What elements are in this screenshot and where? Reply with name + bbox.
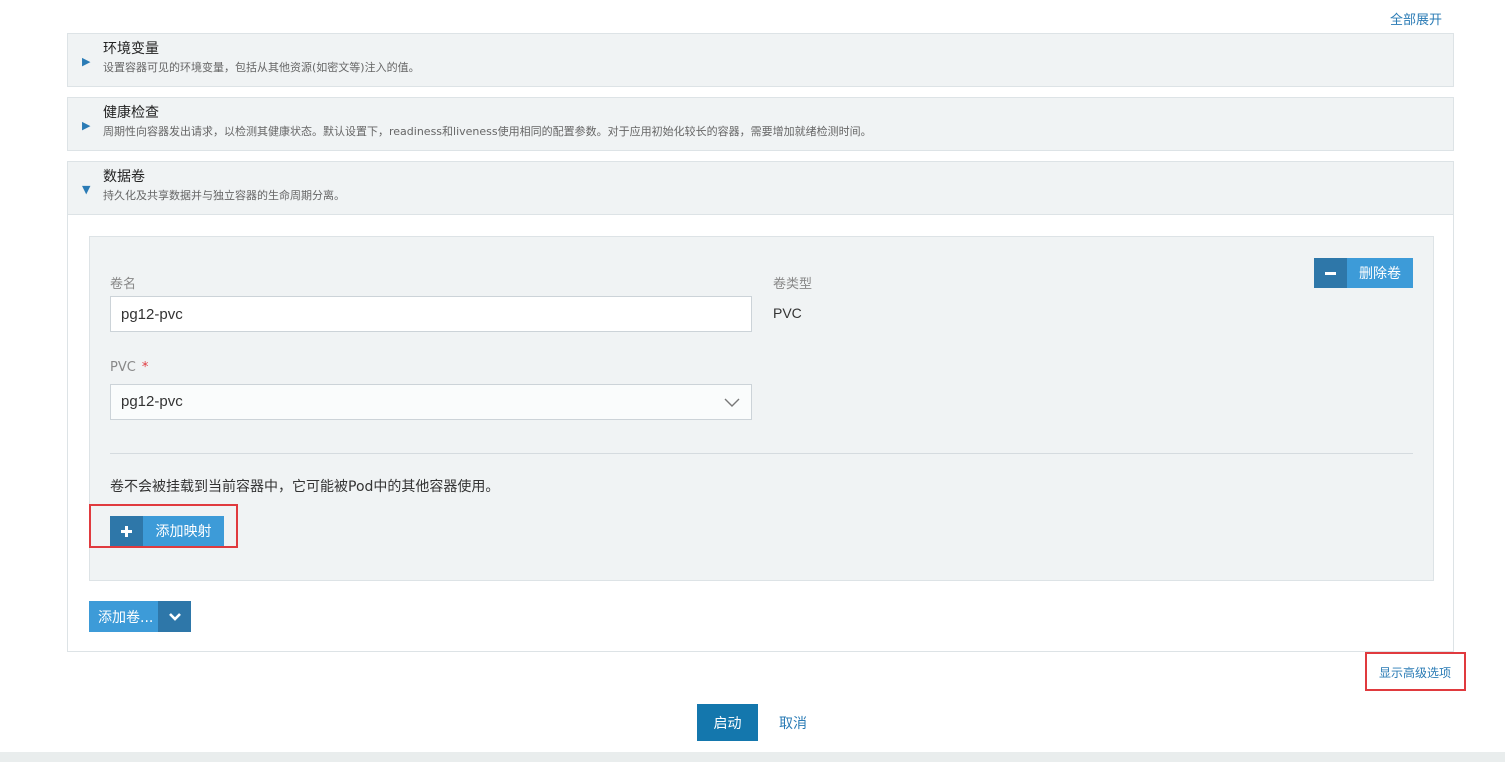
delete-volume-button[interactable]: 删除卷 — [1314, 258, 1413, 288]
pvc-label-text: PVC — [110, 360, 136, 375]
add-volume-label: 添加卷... — [98, 609, 154, 626]
pvc-select[interactable]: pg12-pvc — [110, 384, 752, 420]
minus-icon — [1314, 258, 1347, 288]
start-button[interactable]: 启动 — [697, 704, 758, 741]
triangle-right-icon: ▶ — [82, 55, 91, 68]
section-volumes-header[interactable]: ▼ 数据卷 持久化及共享数据并与独立容器的生命周期分离。 — [68, 162, 1453, 215]
volume-card: 卷名 卷类型 PVC 删除卷 PVC * pg12-pvc 卷不会被挂载到当前容器… — [89, 236, 1434, 581]
footer-bar — [0, 752, 1505, 762]
section-title: 数据卷 — [103, 169, 145, 185]
volume-type-label: 卷类型 — [773, 277, 813, 292]
volume-name-label: 卷名 — [110, 277, 137, 292]
delete-volume-label: 删除卷 — [1359, 266, 1401, 282]
pvc-label: PVC * — [110, 360, 148, 375]
show-advanced-options-link[interactable]: 显示高级选项 — [1379, 664, 1451, 681]
section-volumes: ▼ 数据卷 持久化及共享数据并与独立容器的生命周期分离。 卷名 卷类型 PVC … — [67, 161, 1454, 652]
section-health-header[interactable]: ▶ 健康检查 周期性向容器发出请求，以检测其健康状态。默认设置下，readine… — [68, 98, 1453, 140]
section-title: 健康检查 — [103, 105, 159, 121]
section-title: 环境变量 — [103, 41, 159, 57]
chevron-down-icon — [724, 398, 740, 407]
section-env-header[interactable]: ▶ 环境变量 设置容器可见的环境变量，包括从其他资源(如密文等)注入的值。 — [68, 34, 1453, 76]
section-desc: 设置容器可见的环境变量，包括从其他资源(如密文等)注入的值。 — [103, 61, 420, 74]
pvc-select-value: pg12-pvc — [121, 393, 183, 410]
volume-name-input[interactable] — [110, 296, 752, 332]
section-desc: 周期性向容器发出请求，以检测其健康状态。默认设置下，readiness和live… — [103, 125, 872, 138]
divider — [110, 453, 1413, 454]
expand-all-link[interactable]: 全部展开 — [1390, 9, 1442, 28]
chevron-down-icon[interactable] — [158, 601, 191, 632]
volume-hint-text: 卷不会被挂载到当前容器中，它可能被Pod中的其他容器使用。 — [110, 479, 500, 495]
add-mapping-button[interactable]: 添加映射 — [110, 516, 224, 546]
section-env-vars[interactable]: ▶ 环境变量 设置容器可见的环境变量，包括从其他资源(如密文等)注入的值。 — [67, 33, 1454, 87]
section-desc: 持久化及共享数据并与独立容器的生命周期分离。 — [103, 189, 345, 202]
required-marker: * — [141, 360, 149, 375]
volume-type-value: PVC — [773, 305, 802, 321]
plus-icon — [110, 516, 143, 546]
triangle-right-icon: ▶ — [82, 119, 91, 132]
add-mapping-label: 添加映射 — [155, 524, 212, 540]
add-volume-dropdown-button[interactable]: 添加卷... — [89, 601, 191, 632]
cancel-link[interactable]: 取消 — [779, 713, 807, 733]
section-health-check[interactable]: ▶ 健康检查 周期性向容器发出请求，以检测其健康状态。默认设置下，readine… — [67, 97, 1454, 151]
triangle-down-icon: ▼ — [82, 183, 91, 196]
